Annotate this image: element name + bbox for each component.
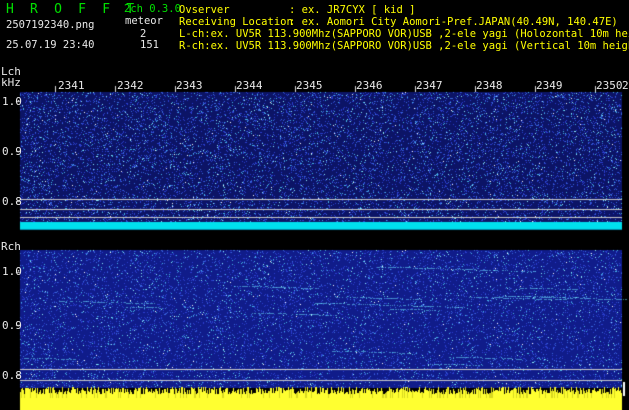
rch-tick-label: 0.9 [2,319,22,332]
lch-tick-label: 1.0 [2,95,22,108]
rch-tick-label: 1.0 [2,265,22,278]
time-label: 2 [622,79,629,92]
lch-tick-label: 0.9 [2,145,22,158]
time-label: 2345 [296,79,323,92]
channel-mode: 2ch 0.3.0 [124,3,181,15]
file-name: 2507192340.png [6,19,95,31]
app-title: H R O F F T [6,2,139,17]
lch-unit: kHz [1,76,21,89]
meteor-count-rch: 151 [140,39,159,51]
observer-value: : ex. JR7CYX [ kid ] [289,4,416,16]
time-label: 2341 [58,79,85,92]
time-label: 2348 [476,79,503,92]
rch-tick-label: 0.8 [2,369,22,382]
lch-tick-label: 0.8 [2,195,22,208]
time-label: 2346 [356,79,383,92]
meteor-label: meteor [125,15,163,27]
time-label: 2349 [536,79,563,92]
time-label: 2344 [236,79,263,92]
datetime: 25.07.19 23:40 [6,39,95,51]
location-label: Receiving Location [179,16,293,28]
time-label: 2343 [176,79,203,92]
time-label: 2342 [117,79,144,92]
rch-label: Rch [1,240,21,253]
meteor-count-lch: 2 [140,28,147,40]
location-value: : ex. Aomori City Aomori-Pref.JAPAN(40.4… [289,16,618,28]
spectrogram-canvas [0,0,629,410]
observer-label: Ovserver [179,4,230,16]
hroft-window: H R O F F T 2ch 0.3.0 2507192340.png met… [0,0,629,410]
rch-info: R-ch:ex. UV5R 113.900Mhz(SAPPORO VOR)USB… [179,40,629,52]
time-label: 2347 [416,79,443,92]
time-label: 2350 [596,79,623,92]
lch-info: L-ch:ex. UV5R 113.900Mhz(SAPPORO VOR)USB… [179,28,629,40]
